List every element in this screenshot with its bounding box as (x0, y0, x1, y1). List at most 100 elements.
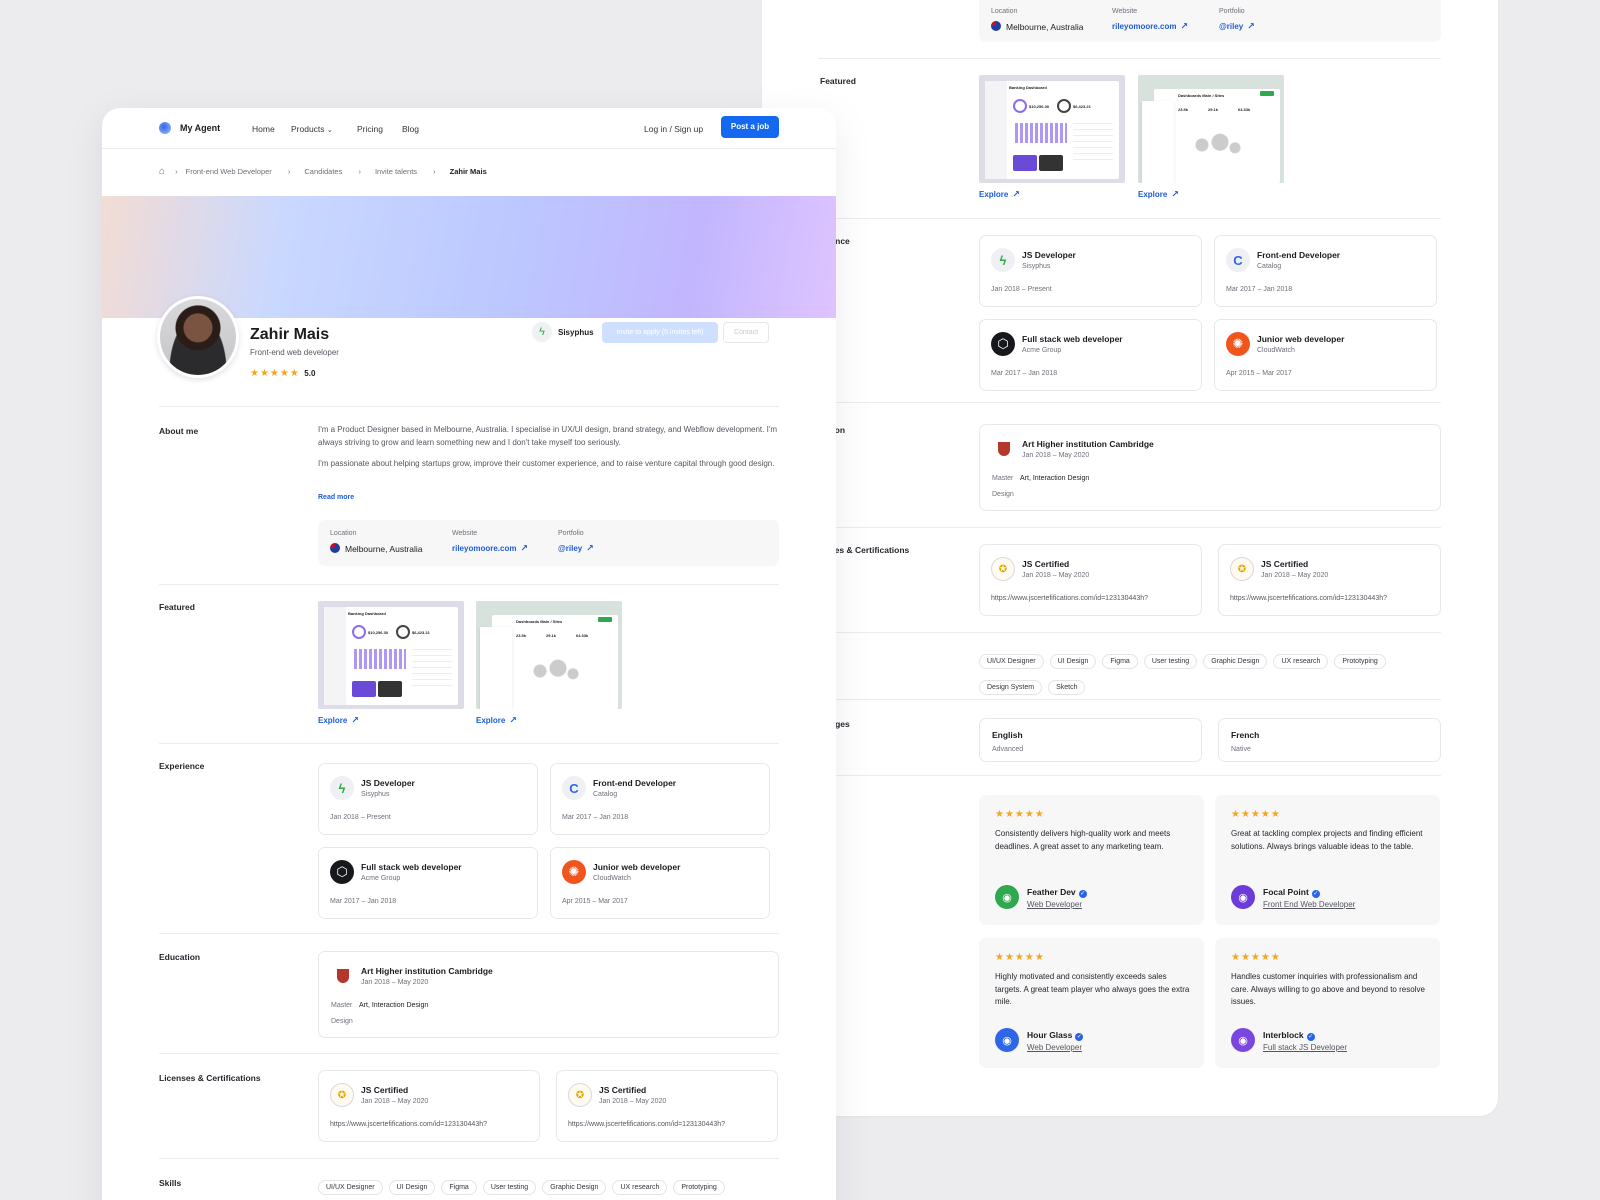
license-url[interactable]: https://www.jscertefifications.com/id=12… (568, 1121, 725, 1128)
featured-section-label: Featured (820, 76, 856, 86)
portfolio-link[interactable]: @riley ↗ (1219, 21, 1255, 32)
breadcrumb-item[interactable]: Candidates (304, 167, 342, 176)
skills-section-label: Skills (159, 1178, 182, 1188)
experience-section-label: Experience (159, 761, 205, 771)
breadcrumb-current: Zahir Mais (449, 167, 487, 176)
featured-section-label: Featured (159, 602, 195, 612)
skill-chip: User testing (1143, 654, 1198, 669)
featured-thumb-banking[interactable]: Banking Dashboard $10,256.30 $6,423.21 (318, 601, 464, 709)
chevron-down-icon: ⌄ (326, 127, 333, 134)
external-link-icon: ↗ (351, 715, 359, 725)
skills-list: UI/UX Designer UI Design Figma User testing… (979, 650, 1449, 702)
nav-home[interactable]: Home (252, 124, 275, 134)
skill-chip: UX research (1273, 654, 1329, 669)
invite-to-apply-button[interactable]: Invite to apply (5 invites left) (602, 322, 718, 343)
experience-card: ⬡ Full stack web developer Acme Group Ma… (318, 847, 538, 919)
license-url[interactable]: https://www.jscertefifications.com/id=12… (330, 1121, 487, 1128)
licenses-section-label: Licenses & Certifications (159, 1073, 261, 1083)
location-value: Melbourne, Australia (991, 21, 1084, 32)
review-card: ★★★★★ Highly motivated and consistently … (979, 938, 1204, 1068)
nav-products[interactable]: Products ⌄ (291, 124, 333, 134)
brand-logo-icon (159, 122, 171, 134)
skill-chip: User testing (482, 1180, 537, 1195)
review-text: Handles customer inquiries with professi… (1231, 972, 1425, 1006)
nav-blog[interactable]: Blog (402, 124, 419, 134)
external-link-icon: ↗ (1180, 21, 1189, 31)
bolt-logo-icon: ϟ (991, 248, 1015, 272)
skill-chip: Figma (1102, 654, 1138, 669)
review-text: Great at tackling complex projects and f… (1231, 829, 1423, 851)
verified-badge-icon: ✓ (1078, 890, 1087, 898)
license-card: ✪ JS Certified Jan 2018 – May 2020 https… (1218, 544, 1441, 616)
external-link-icon: ↗ (1012, 189, 1020, 199)
reviewer-role-link[interactable]: Front End Web Developer (1263, 900, 1355, 909)
featured-thumb-sites[interactable]: Dashboards Main / Sites 23.5k 29.1k 64.3… (476, 601, 622, 709)
portfolio-label: Portfolio (1219, 8, 1245, 15)
current-company: Sisyphus (558, 328, 594, 337)
license-card: ✪ JS Certified Jan 2018 – May 2020 https… (318, 1070, 540, 1142)
back-profile-panel: Location Melbourne, Australia Website rile… (762, 0, 1498, 1116)
skill-chip: Sketch (1048, 680, 1086, 695)
review-card: ★★★★★ Consistently delivers high-quality… (979, 795, 1204, 925)
sisyphus-logo-icon: ϟ (532, 322, 552, 342)
verified-badge-icon: ✓ (1311, 890, 1320, 898)
reviewer-logo-icon: ◉ (995, 1028, 1019, 1052)
breadcrumb-item[interactable]: Front-end Web Developer (186, 167, 272, 176)
education-card: Art Higher institution Cambridge Jan 201… (979, 424, 1441, 511)
website-link[interactable]: rileyomoore.com ↗ (1112, 21, 1188, 32)
australia-flag-icon (330, 543, 340, 553)
website-label: Website (1112, 8, 1138, 15)
skill-chip: Figma (441, 1180, 477, 1195)
front-profile-panel: My Agent Home Products ⌄ Pricing Blog Lo… (102, 108, 836, 1200)
breadcrumb: ⌂ › Front-end Web Developer › Candidates ›… (159, 166, 487, 177)
certificate-badge-icon: ✪ (330, 1083, 354, 1107)
experience-card: C Front-end Developer Catalog Mar 2017 –… (550, 763, 770, 835)
featured-thumb-banking[interactable]: Banking Dashboard $10,256.30 $6,423.21 (979, 75, 1125, 183)
cube-logo-icon: ⬡ (991, 332, 1015, 356)
c-logo-icon: C (1226, 248, 1250, 272)
language-card: French Native (1218, 718, 1441, 762)
experience-card: ϟ JS Developer Sisyphus Jan 2018 – Prese… (318, 763, 538, 835)
australia-flag-icon (991, 21, 1001, 31)
rating: ★★★★★ 5.0 (250, 368, 316, 379)
explore-link[interactable]: Explore ↗ (318, 715, 359, 726)
post-job-button[interactable]: Post a job (721, 116, 779, 138)
reviewer-role-link[interactable]: Web Developer (1027, 1043, 1082, 1052)
bolt-logo-icon: ϟ (330, 776, 354, 800)
skills-list: UI/UX Designer UI Design Figma User testing… (318, 1176, 788, 1200)
home-icon[interactable]: ⌂ (159, 166, 165, 177)
license-url[interactable]: https://www.jscertefifications.com/id=12… (1230, 595, 1387, 602)
external-link-icon: ↗ (1171, 189, 1179, 199)
contact-button[interactable]: Contact (723, 322, 769, 343)
skill-chip: Graphic Design (1203, 654, 1268, 669)
license-url[interactable]: https://www.jscertefifications.com/id=12… (991, 595, 1148, 602)
reviewer-role-link[interactable]: Full stack JS Developer (1263, 1043, 1347, 1052)
website-link[interactable]: rileyomoore.com ↗ (452, 543, 528, 554)
read-more-link[interactable]: Read more (318, 494, 354, 501)
language-card: English Advanced (979, 718, 1202, 762)
reviewer-role-link[interactable]: Web Developer (1027, 900, 1082, 909)
explore-link[interactable]: Explore ↗ (979, 189, 1020, 200)
brand-name: My Agent (180, 123, 221, 133)
nav-pricing[interactable]: Pricing (357, 124, 383, 134)
star-rating-icon: ★★★★★ (1231, 952, 1281, 963)
breadcrumb-item[interactable]: Invite talents (375, 167, 417, 176)
reviewer-logo-icon: ◉ (1231, 1028, 1255, 1052)
website-label: Website (452, 530, 478, 537)
portfolio-link[interactable]: @riley ↗ (558, 543, 594, 554)
experience-card: ✺ Junior web developer CloudWatch Apr 20… (1214, 319, 1437, 391)
external-link-icon: ↗ (509, 715, 517, 725)
explore-link[interactable]: Explore ↗ (1138, 189, 1179, 200)
external-link-icon: ↗ (586, 543, 594, 553)
reviewer-logo-icon: ◉ (995, 885, 1019, 909)
experience-card: C Front-end Developer Catalog Mar 2017 –… (1214, 235, 1437, 307)
featured-thumb-sites[interactable]: Dashboards Main / Sites 23.5k 29.1k 64.3… (1138, 75, 1284, 183)
review-card: ★★★★★ Great at tackling complex projects… (1215, 795, 1440, 925)
explore-link[interactable]: Explore ↗ (476, 715, 517, 726)
portfolio-label: Portfolio (558, 530, 584, 537)
login-signup-link[interactable]: Log in / Sign up (644, 124, 703, 134)
experience-card: ✺ Junior web developer CloudWatch Apr 20… (550, 847, 770, 919)
verified-badge-icon: ✓ (1075, 1033, 1084, 1041)
skill-chip: Design System (979, 680, 1043, 695)
location-label: Location (330, 530, 357, 537)
